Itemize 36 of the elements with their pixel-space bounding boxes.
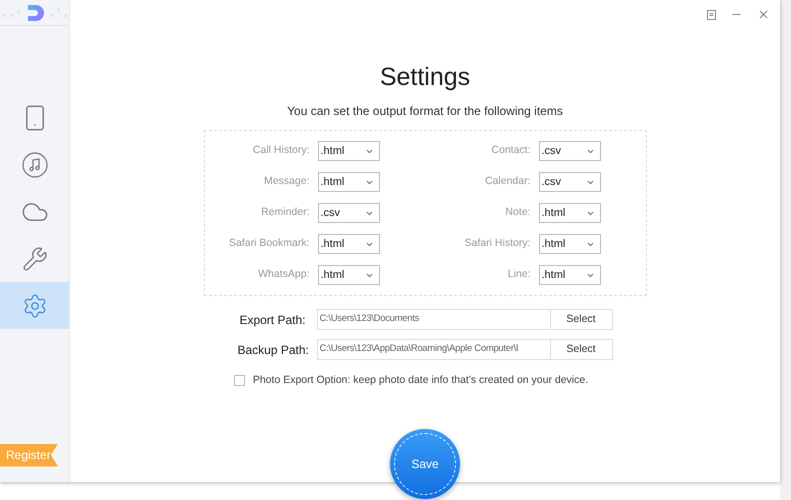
settings-icon xyxy=(22,292,48,318)
music-note-icon xyxy=(22,152,48,178)
page-title: Settings xyxy=(380,62,470,93)
format-dropdown[interactable]: .html xyxy=(318,172,380,192)
format-dropdown[interactable]: .csv xyxy=(538,172,600,192)
format-dropdown[interactable]: .html xyxy=(318,234,380,254)
format-dropdown[interactable]: .html xyxy=(318,141,380,161)
format-dropdown[interactable]: .html xyxy=(538,234,600,254)
path-field[interactable]: C:\Users\123\AppData\Roaming\Apple Computer\I xyxy=(316,339,550,360)
format-label: Note: xyxy=(504,205,532,220)
format-dropdown[interactable]: .csv xyxy=(318,203,380,223)
format-dropdown[interactable]: .html xyxy=(538,265,600,285)
format-label: Call History: xyxy=(252,143,310,158)
format-dropdown[interactable]: .html xyxy=(318,265,380,285)
wrench-icon xyxy=(22,246,48,272)
format-label: WhatsApp: xyxy=(257,267,310,282)
format-dropdown[interactable]: .html xyxy=(538,203,600,223)
format-label: Message: xyxy=(262,174,310,190)
format-dropdown[interactable]: .csv xyxy=(538,141,600,161)
format-label: Safari Bookmark: xyxy=(228,236,310,252)
photo-option-checkbox[interactable] xyxy=(234,375,245,386)
format-label: Safari History: xyxy=(464,236,532,252)
path-label: Backup Path: xyxy=(238,342,310,358)
subtitle: You can set the output format for the following items xyxy=(287,103,563,120)
format-label: Line: xyxy=(506,267,532,282)
path-label: Export Path: xyxy=(238,312,306,328)
select-button[interactable]: Select xyxy=(550,309,612,330)
sidebar-item[interactable] xyxy=(0,282,69,329)
menu-icon[interactable] xyxy=(707,10,716,20)
format-label: Contact: xyxy=(490,143,532,158)
close-icon[interactable] xyxy=(757,8,770,21)
format-label: Calendar: xyxy=(484,174,532,190)
format-label: Reminder: xyxy=(260,205,310,220)
path-field[interactable]: C:\Users\123\Documents xyxy=(316,309,550,330)
select-button[interactable]: Select xyxy=(550,339,612,360)
photo-option-label: Photo Export Option: keep photo date info that's created on your device. xyxy=(252,373,588,388)
